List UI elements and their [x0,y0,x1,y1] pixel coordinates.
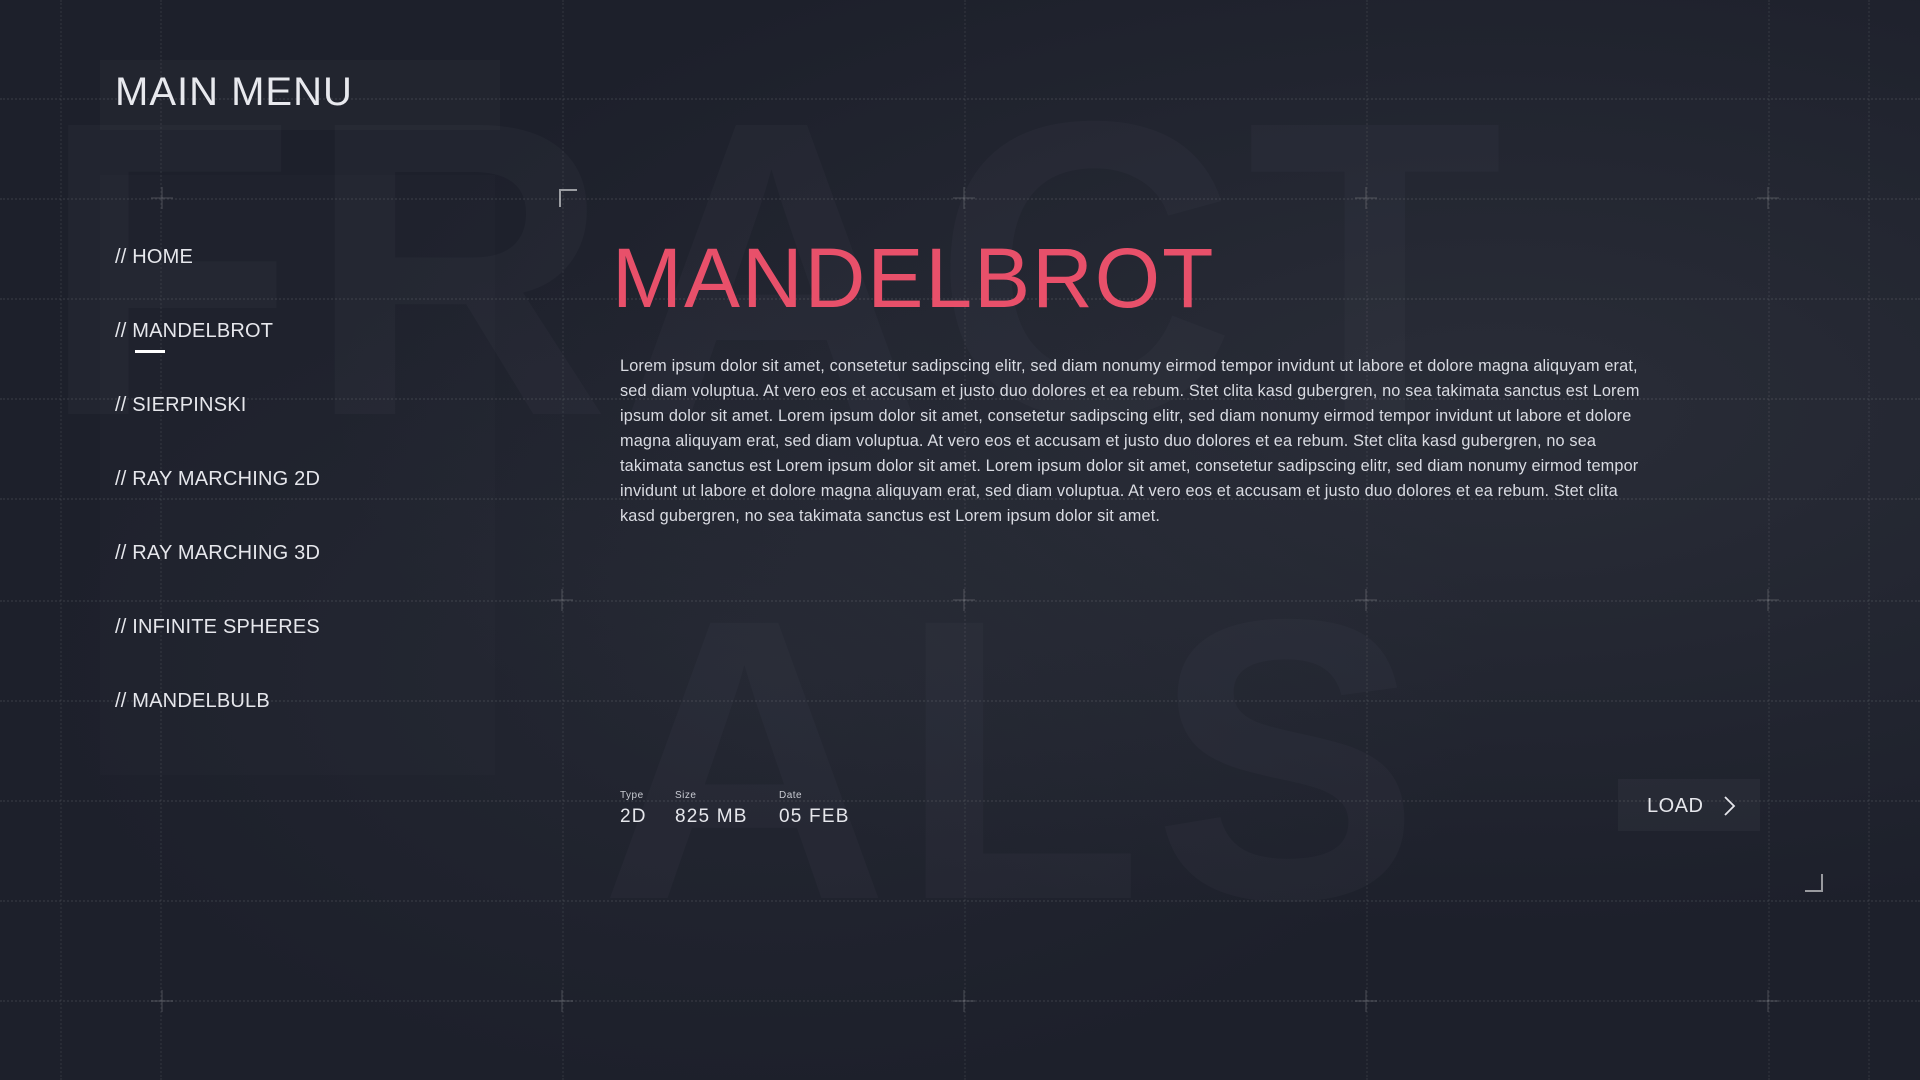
corner-bracket-top-left [559,189,577,207]
meta-date-value: 05 FEB [779,806,850,827]
meta-type: Type 2D [620,790,647,828]
sidebar-nav: // HOME // MANDELBROT // SIERPINSKI // R… [115,246,320,764]
content-title: MANDELBROT [612,231,1216,325]
grid-line [1366,0,1368,1080]
sidebar-item-ray-marching-2d[interactable]: // RAY MARCHING 2D [115,468,320,542]
content-description: Lorem ipsum dolor sit amet, consetetur s… [620,357,1640,525]
grid-line [562,0,564,1080]
grid-cross [1757,990,1779,1012]
sidebar-item-ray-marching-3d[interactable]: // RAY MARCHING 3D [115,542,320,616]
grid-line [1868,0,1870,1080]
meta-type-label: Type [620,790,644,801]
sidebar-item-mandelbrot[interactable]: // MANDELBROT [115,320,320,394]
page-title: MAIN MENU [115,70,353,114]
sidebar-item-home[interactable]: // HOME [115,246,320,320]
meta-size: Size 825 MB [675,790,748,828]
sidebar-item-sierpinski[interactable]: // SIERPINSKI [115,394,320,468]
sidebar-item-infinite-spheres[interactable]: // INFINITE SPHERES [115,616,320,690]
load-button[interactable]: LOAD [1618,779,1760,831]
grid-line [0,900,1920,902]
grid-cross [1355,990,1377,1012]
grid-cross [1355,589,1377,611]
active-item-indicator [135,350,165,353]
grid-cross [953,990,975,1012]
grid-cross [953,187,975,209]
meta-date-label: Date [779,790,803,801]
grid-cross [551,990,573,1012]
main-menu-screen: FRACT ALS MAIN MENU // HOME // MANDELBRO… [0,0,1920,1080]
grid-line [60,0,62,1080]
grid-cross [151,990,173,1012]
grid-cross [1757,589,1779,611]
grid-cross [551,589,573,611]
grid-cross [953,589,975,611]
meta-size-label: Size [675,790,697,801]
meta-date: Date 05 FEB [779,790,850,828]
grid-line [964,0,966,1080]
chevron-right-icon [1724,796,1736,816]
meta-size-value: 825 MB [675,806,748,827]
sidebar-item-mandelbulb[interactable]: // MANDELBULB [115,690,320,764]
grid-line [1768,0,1770,1080]
corner-bracket-bottom-right [1805,874,1823,892]
meta-type-value: 2D [620,806,647,827]
load-button-label: LOAD [1647,795,1704,817]
grid-cross [1757,187,1779,209]
grid-cross [1355,187,1377,209]
